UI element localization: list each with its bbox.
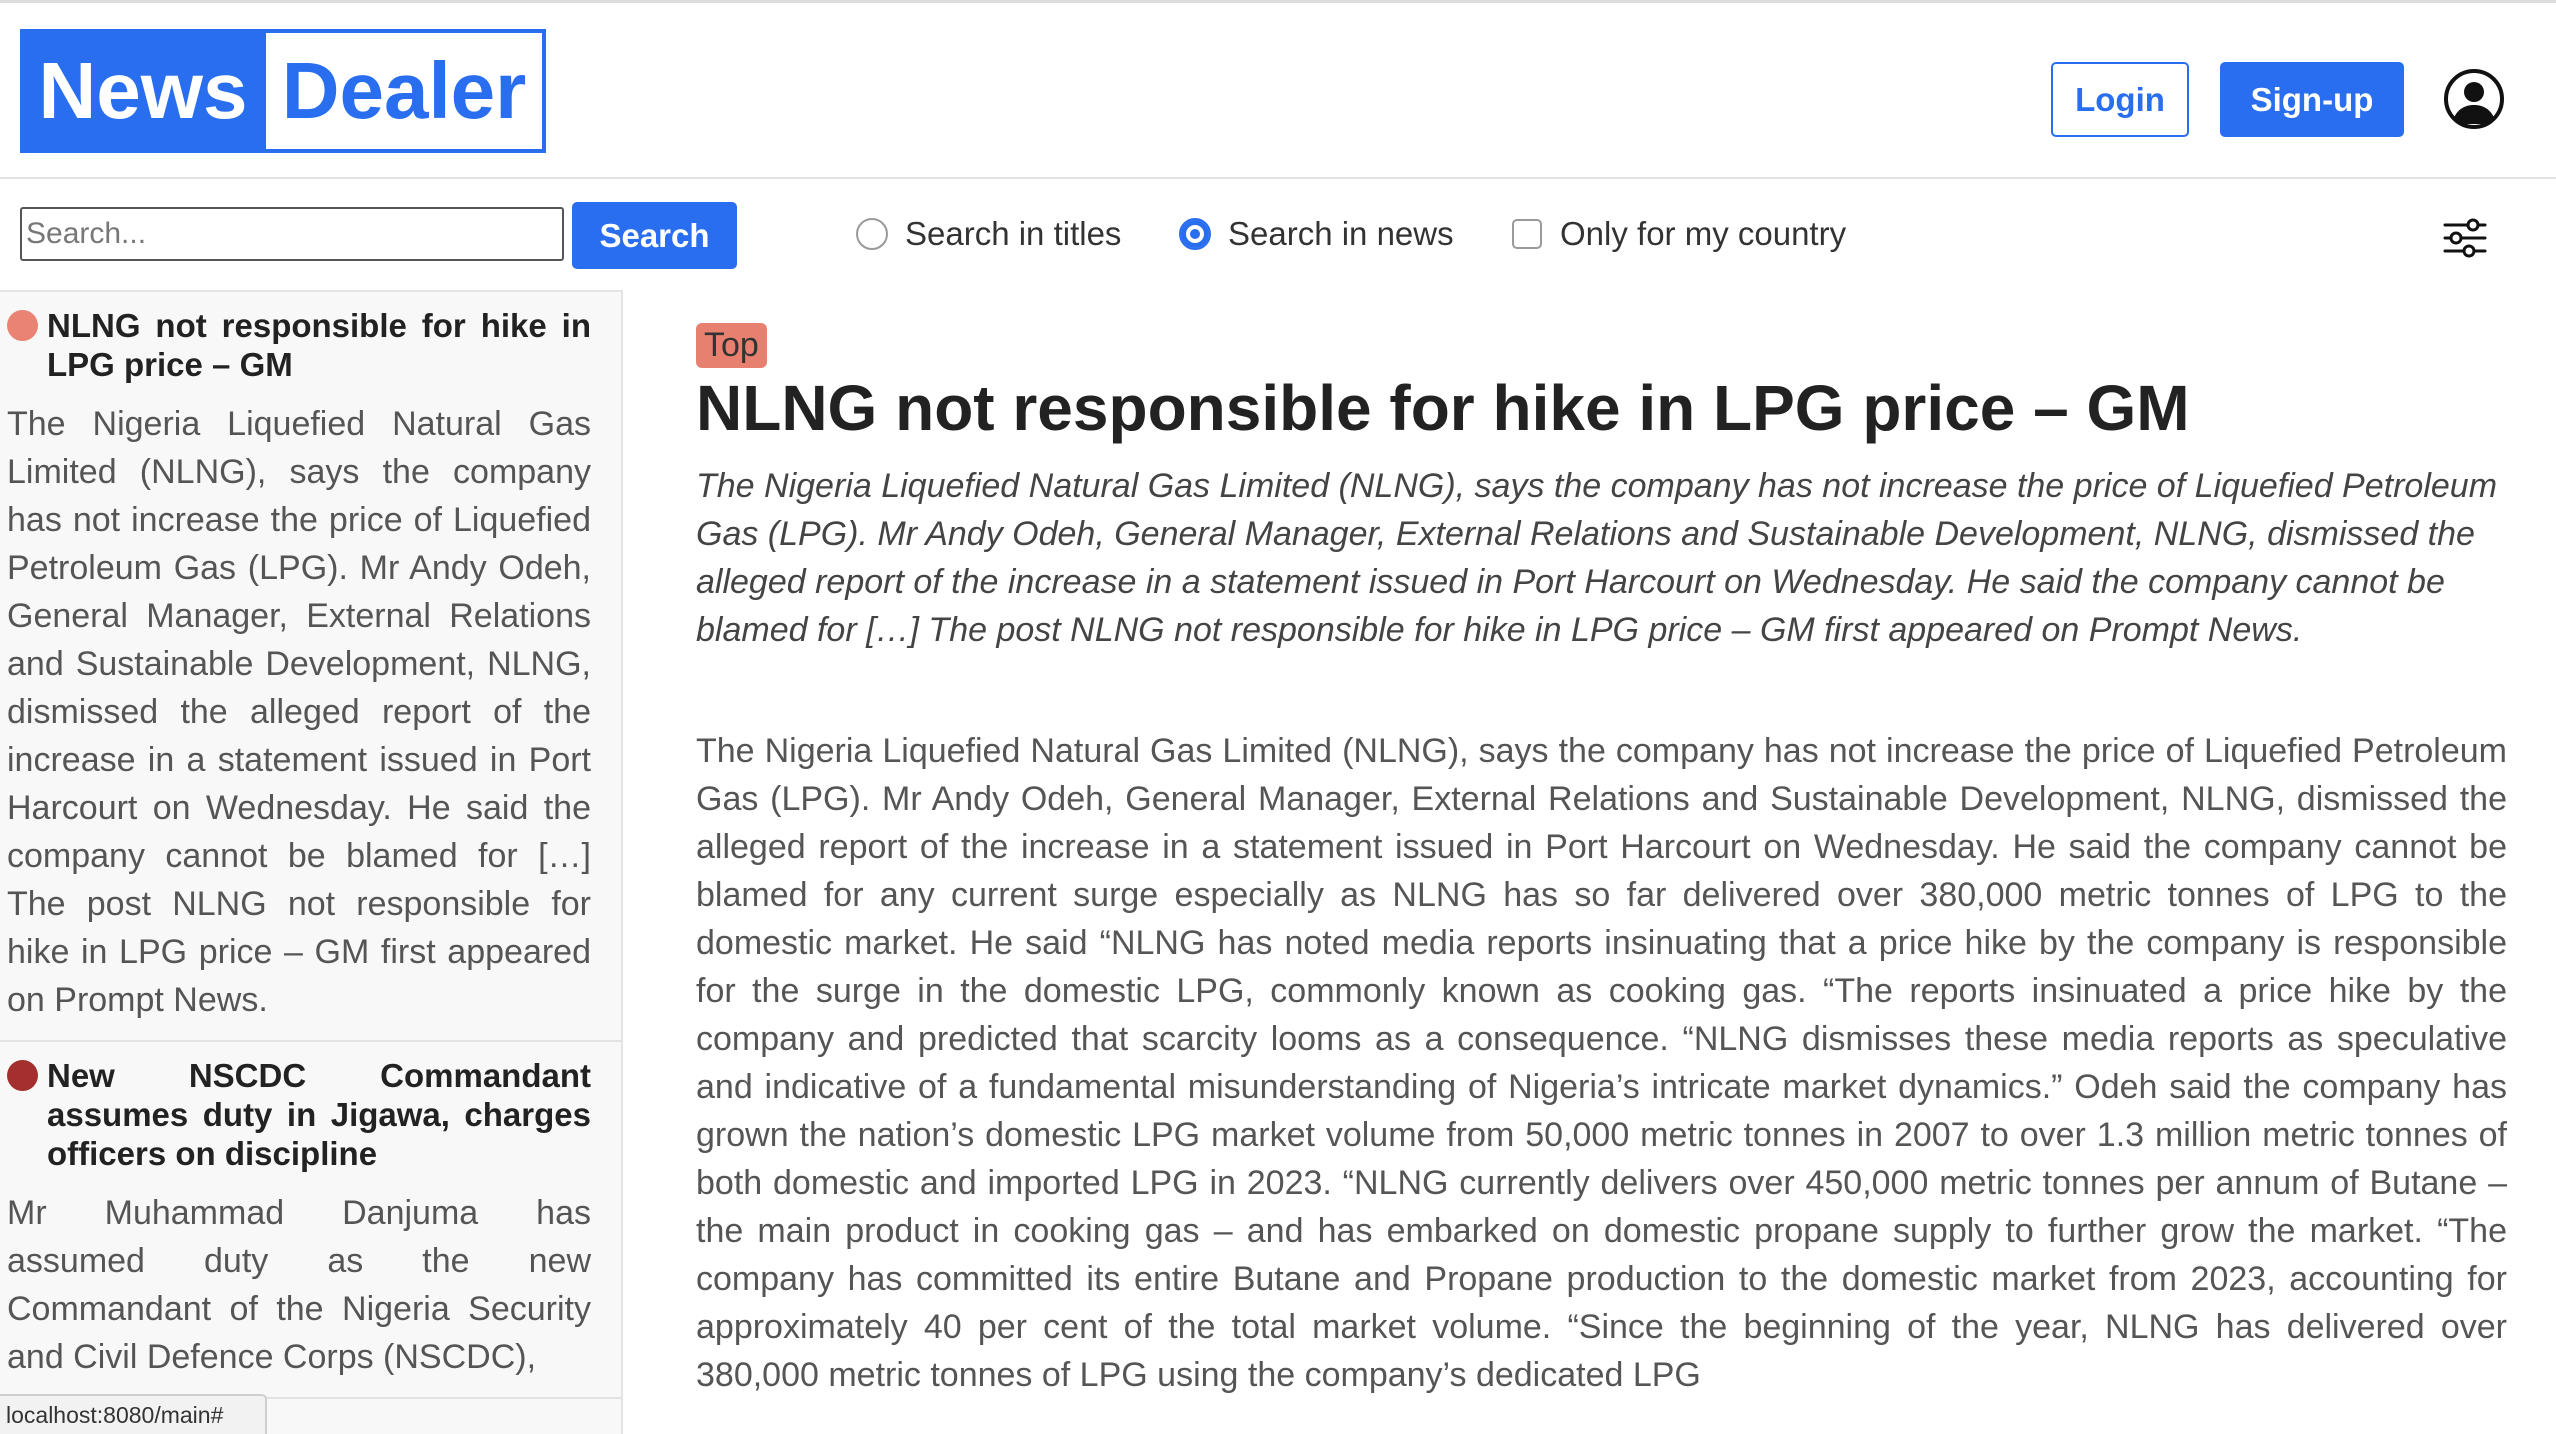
user-circle-icon[interactable] [2443, 68, 2505, 130]
news-list-item-title[interactable]: NLNG not responsible for hike in LPG pri… [47, 306, 591, 384]
news-list-item-header: New NSCDC Commandant assumes duty in Jig… [7, 1056, 591, 1173]
news-list-item-summary: Mr Muhammad Danjuma has assumed duty as … [7, 1194, 591, 1376]
article-body: The Nigeria Liquefied Natural Gas Limite… [696, 732, 2507, 1394]
only-my-country-option[interactable]: Only for my country [1512, 213, 1846, 255]
news-list-item-header: NLNG not responsible for hike in LPG pri… [7, 306, 591, 384]
news-status-dot [7, 310, 38, 341]
search-button[interactable]: Search [572, 202, 737, 269]
news-list-item[interactable]: New NSCDC Commandant assumes duty in Jig… [0, 1042, 621, 1399]
only-my-country-checkbox[interactable] [1512, 219, 1542, 249]
search-in-titles-option[interactable]: Search in titles [856, 213, 1121, 255]
only-my-country-label: Only for my country [1560, 215, 1847, 252]
signup-button[interactable]: Sign-up [2220, 62, 2404, 137]
news-list-sidebar[interactable]: NLNG not responsible for hike in LPG pri… [0, 290, 623, 1434]
sliders-icon[interactable] [2442, 217, 2488, 259]
site-logo[interactable]: News Dealer [20, 29, 546, 153]
search-in-titles-radio[interactable] [856, 218, 888, 250]
search-in-news-radio[interactable] [1179, 218, 1211, 250]
login-button[interactable]: Login [2051, 62, 2189, 137]
article-view: Top NLNG not responsible for hike in LPG… [696, 323, 2507, 1399]
search-input[interactable] [20, 207, 564, 261]
news-list-item-title[interactable]: New NSCDC Commandant assumes duty in Jig… [47, 1056, 591, 1173]
article-title: NLNG not responsible for hike in LPG pri… [696, 372, 2190, 444]
search-in-news-option[interactable]: Search in news [1179, 213, 1454, 255]
search-in-news-label: Search in news [1228, 215, 1454, 252]
news-list-item[interactable]: NLNG not responsible for hike in LPG pri… [0, 292, 621, 1042]
top-badge: Top [696, 323, 767, 368]
news-list-item-summary: The Nigeria Liquefied Natural Gas Limite… [7, 405, 591, 1019]
logo-dealer-text: Dealer [262, 33, 542, 149]
article-summary: The Nigeria Liquefied Natural Gas Limite… [696, 467, 2498, 649]
search-in-titles-label: Search in titles [905, 215, 1122, 252]
logo-news-text: News [24, 33, 262, 149]
browser-status-bar: localhost:8080/main# [0, 1394, 267, 1434]
news-status-dot [7, 1060, 38, 1091]
